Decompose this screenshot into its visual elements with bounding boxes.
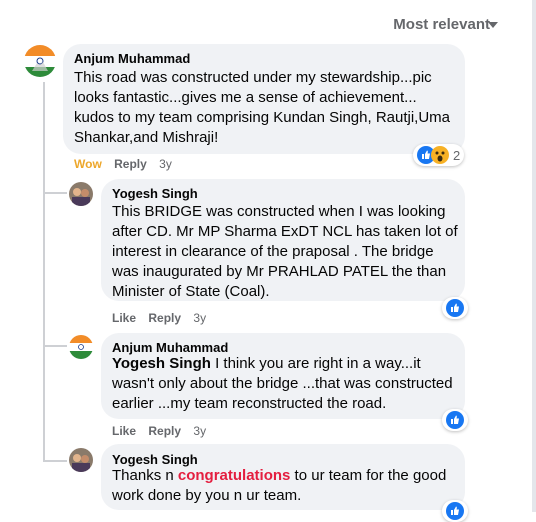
avatar[interactable] <box>69 335 93 359</box>
thread-line <box>43 82 45 402</box>
timestamp[interactable]: 3y <box>193 424 206 438</box>
sort-dropdown[interactable]: Most relevant <box>393 16 490 33</box>
comment-actions: Like Reply 3y <box>112 311 215 325</box>
avatar[interactable] <box>69 448 93 472</box>
wow-icon <box>431 146 449 164</box>
reaction-summary[interactable] <box>442 297 468 319</box>
reaction-count: 2 <box>453 147 461 163</box>
highlighted-word: congratulations <box>177 467 291 484</box>
thread-branch <box>43 192 67 194</box>
avatar[interactable] <box>24 45 56 77</box>
comment-author[interactable]: Anjum Muhammad <box>74 51 190 66</box>
comment-bubble: Anjum Muhammad Yogesh Singh I think you … <box>101 333 465 419</box>
thread-branch <box>43 400 45 460</box>
comment-actions: Wow Reply 3y <box>74 157 181 171</box>
comment-text: Yogesh Singh I think you are right in a … <box>112 354 458 414</box>
comment-text: This road was constructed under my stewa… <box>74 69 451 146</box>
reply-button[interactable]: Reply <box>114 157 147 171</box>
comment-text: This BRIDGE was constructed when I was l… <box>112 203 458 300</box>
comment-text-start: Thanks n <box>112 467 178 484</box>
comment-author[interactable]: Anjum Muhammad <box>112 340 228 355</box>
mention-link[interactable]: Yogesh Singh <box>112 355 211 372</box>
like-button[interactable]: Like <box>112 311 136 325</box>
thread-branch <box>43 460 67 462</box>
comment-text: Thanks n congratulations to ur team for … <box>112 466 458 506</box>
comment-bubble: Yogesh Singh Thanks n congratulations to… <box>101 444 465 510</box>
reply-button[interactable]: Reply <box>148 424 181 438</box>
avatar[interactable] <box>69 182 93 206</box>
comment-actions: Like Reply 3y <box>112 424 215 438</box>
reaction-summary[interactable] <box>442 409 468 431</box>
reply-button[interactable]: Reply <box>148 311 181 325</box>
like-icon <box>446 411 464 429</box>
like-icon <box>446 502 464 520</box>
wow-reaction-button[interactable]: Wow <box>74 157 102 171</box>
scrollbar-track[interactable] <box>532 0 536 512</box>
comment-bubble: Anjum Muhammad This road was constructed… <box>63 44 465 154</box>
timestamp[interactable]: 3y <box>193 311 206 325</box>
comment-author[interactable]: Yogesh Singh <box>112 186 198 201</box>
comment-author[interactable]: Yogesh Singh <box>112 452 198 467</box>
caret-down-icon[interactable] <box>488 22 498 28</box>
reaction-summary[interactable] <box>442 500 468 522</box>
like-button[interactable]: Like <box>112 424 136 438</box>
comment-bubble: Yogesh Singh This BRIDGE was constructed… <box>101 179 465 301</box>
timestamp[interactable]: 3y <box>159 157 172 171</box>
like-icon <box>446 299 464 317</box>
thread-branch <box>43 345 67 347</box>
reaction-summary[interactable]: 2 <box>413 144 465 166</box>
